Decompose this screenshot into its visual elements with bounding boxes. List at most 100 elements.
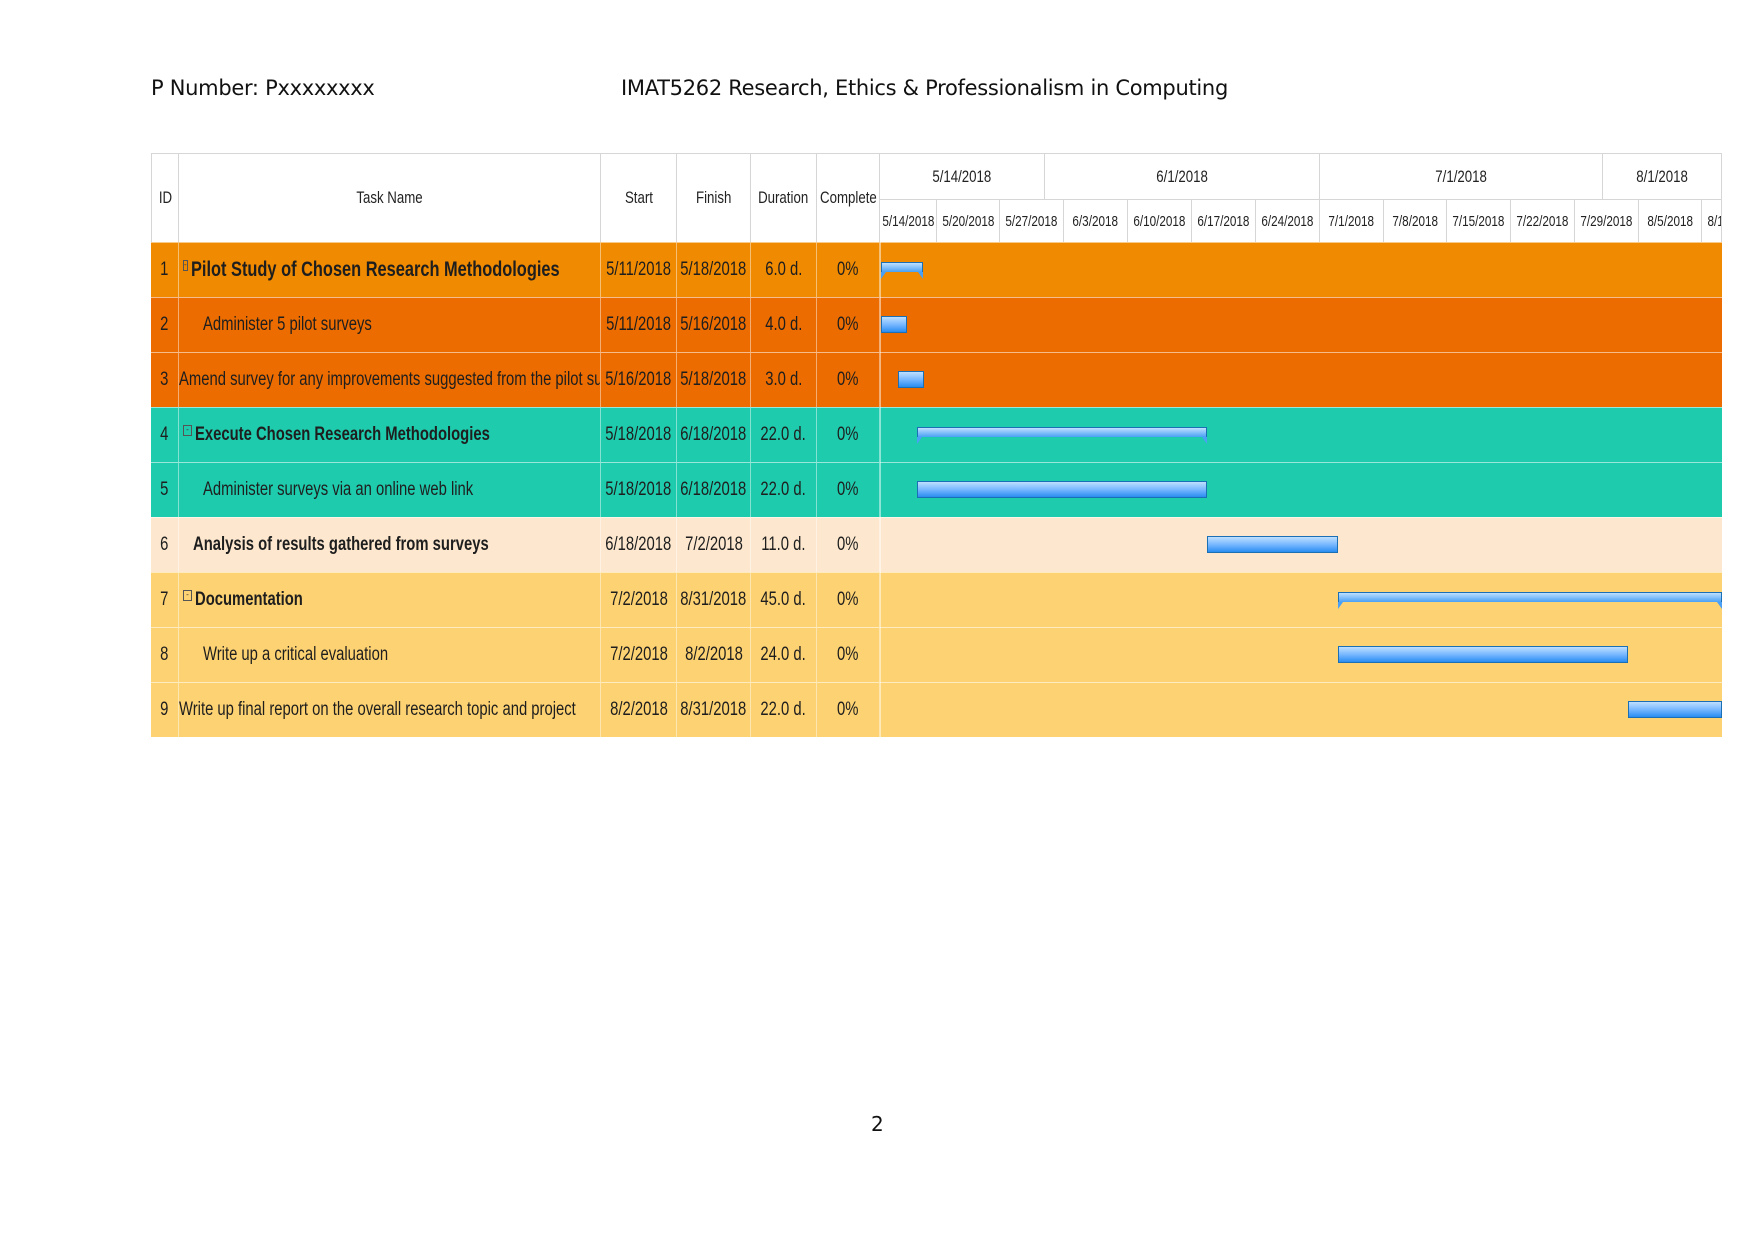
- task-duration-cell: 24.0 d.: [751, 628, 817, 682]
- task-complete-cell: 0%: [817, 243, 880, 297]
- timeline-week-label: 7/8/2018: [1384, 199, 1447, 242]
- task-start-cell: 8/2/2018: [601, 683, 677, 737]
- task-finish-cell: 7/2/2018: [677, 518, 751, 572]
- timeline-week-label: 5/14/2018: [880, 199, 937, 242]
- col-header-complete: Complete: [817, 153, 880, 242]
- col-header-task-name: Task Name: [179, 153, 601, 242]
- task-finish-cell: 5/18/2018: [677, 243, 751, 297]
- task-duration-cell: 3.0 d.: [751, 353, 817, 407]
- timeline-week-label: 5/27/2018: [1000, 199, 1064, 242]
- task-bar[interactable]: [1337, 646, 1628, 663]
- task-duration-cell: 45.0 d.: [751, 573, 817, 627]
- task-duration-cell: 11.0 d.: [751, 518, 817, 572]
- task-name-cell: Amend survey for any improvements sugges…: [179, 353, 601, 407]
- summary-task-bar[interactable]: [1337, 592, 1723, 609]
- task-finish-cell: 5/18/2018: [677, 353, 751, 407]
- col-header-start: Start: [601, 153, 677, 242]
- task-start-cell: 7/2/2018: [601, 573, 677, 627]
- task-row[interactable]: 6 Analysis of results gathered from surve…: [151, 517, 1722, 572]
- task-bar[interactable]: [898, 371, 924, 388]
- task-id-cell: 3: [151, 353, 179, 407]
- task-name-cell: Administer 5 pilot surveys: [179, 298, 601, 352]
- timeline-month-label: 8/1/2018: [1603, 153, 1722, 199]
- timeline-divider: [880, 242, 881, 737]
- task-bar[interactable]: [1206, 536, 1338, 553]
- timeline-month-label: 6/1/2018: [1045, 153, 1320, 199]
- task-name-cell: Write up a critical evaluation: [179, 628, 601, 682]
- timeline-week-label: 8/5/2018: [1639, 199, 1702, 242]
- timeline-week-label: 7/22/2018: [1511, 199, 1575, 242]
- task-duration-cell: 22.0 d.: [751, 463, 817, 517]
- timeline-month-label: 7/1/2018: [1320, 153, 1603, 199]
- task-name-cell: - Pilot Study of Chosen Research Methodol…: [179, 243, 601, 297]
- timeline-week-label: 6/10/2018: [1128, 199, 1192, 242]
- task-id-cell: 5: [151, 463, 179, 517]
- task-id-cell: 1: [151, 243, 179, 297]
- task-id-cell: 7: [151, 573, 179, 627]
- module-title-header: IMAT5262 Research, Ethics & Professional…: [621, 76, 1228, 100]
- timeline-week-label: 8/12/20: [1702, 199, 1722, 242]
- task-row[interactable]: 3 Amend survey for any improvements sugge…: [151, 352, 1722, 407]
- task-finish-cell: 6/18/2018: [677, 463, 751, 517]
- task-start-cell: 5/11/2018: [601, 243, 677, 297]
- task-complete-cell: 0%: [817, 463, 880, 517]
- task-start-cell: 7/2/2018: [601, 628, 677, 682]
- col-header-finish: Finish: [677, 153, 751, 242]
- task-start-cell: 5/18/2018: [601, 408, 677, 462]
- task-row[interactable]: 9 Write up final report on the overall re…: [151, 682, 1722, 737]
- timeline-month-label: 5/14/2018: [880, 153, 1045, 199]
- timeline-week-label: 6/3/2018: [1064, 199, 1128, 242]
- task-id-cell: 8: [151, 628, 179, 682]
- task-finish-cell: 8/31/2018: [677, 683, 751, 737]
- task-finish-cell: 8/2/2018: [677, 628, 751, 682]
- task-row[interactable]: 7- Documentation 7/2/2018 8/31/2018 45.0 d. 0…: [151, 572, 1723, 627]
- p-number-header: P Number: Pxxxxxxxx: [151, 76, 375, 100]
- task-complete-cell: 0%: [817, 683, 880, 737]
- task-row[interactable]: 8 Write up a critical evaluation 7/2/2018 8…: [151, 627, 1722, 682]
- timeline-week-label: 7/29/2018: [1575, 199, 1639, 242]
- task-row[interactable]: 4- Execute Chosen Research Methodologies 5…: [151, 407, 1722, 462]
- timeline-week-label: 7/15/2018: [1447, 199, 1511, 242]
- task-complete-cell: 0%: [817, 408, 880, 462]
- task-row[interactable]: 5 Administer surveys via an online web li…: [151, 462, 1722, 517]
- task-id-cell: 4: [151, 408, 179, 462]
- task-duration-cell: 6.0 d.: [751, 243, 817, 297]
- col-header-id: ID: [151, 153, 179, 242]
- task-finish-cell: 5/16/2018: [677, 298, 751, 352]
- task-id-cell: 2: [151, 298, 179, 352]
- timeline-week-label: 6/17/2018: [1192, 199, 1256, 242]
- collapse-toggle-icon[interactable]: -: [183, 424, 192, 436]
- task-complete-cell: 0%: [817, 628, 880, 682]
- timeline-week-label: 6/24/2018: [1256, 199, 1320, 242]
- summary-task-bar[interactable]: [881, 262, 923, 279]
- task-start-cell: 5/18/2018: [601, 463, 677, 517]
- task-bar[interactable]: [917, 481, 1207, 498]
- page-number: 2: [871, 1112, 884, 1136]
- task-finish-cell: 6/18/2018: [677, 408, 751, 462]
- gantt-chart: ID Task Name Start Finish Duration Compl…: [151, 153, 1723, 744]
- timeline-week-label: 7/1/2018: [1320, 199, 1384, 242]
- task-name-cell: - Execute Chosen Research Methodologies: [179, 408, 601, 462]
- collapse-toggle-icon[interactable]: -: [183, 259, 188, 271]
- task-start-cell: 5/11/2018: [601, 298, 677, 352]
- task-bar[interactable]: [881, 316, 907, 333]
- task-duration-cell: 4.0 d.: [751, 298, 817, 352]
- task-id-cell: 9: [151, 683, 179, 737]
- task-finish-cell: 8/31/2018: [677, 573, 751, 627]
- task-name-cell: Analysis of results gathered from survey…: [179, 518, 601, 572]
- collapse-toggle-icon[interactable]: -: [183, 589, 192, 601]
- task-row[interactable]: 2 Administer 5 pilot surveys 5/11/2018 5/16…: [151, 297, 1722, 352]
- task-row[interactable]: 1- Pilot Study of Chosen Research Methodo…: [151, 242, 1722, 297]
- summary-task-bar[interactable]: [917, 427, 1207, 444]
- task-name-cell: - Documentation: [179, 573, 601, 627]
- task-duration-cell: 22.0 d.: [751, 408, 817, 462]
- task-complete-cell: 0%: [817, 298, 880, 352]
- task-name-cell: Write up final report on the overall res…: [179, 683, 601, 737]
- task-bar[interactable]: [1627, 701, 1722, 718]
- task-id-cell: 6: [151, 518, 179, 572]
- col-header-duration: Duration: [751, 153, 817, 242]
- task-complete-cell: 0%: [817, 353, 880, 407]
- task-complete-cell: 0%: [817, 518, 880, 572]
- task-start-cell: 6/18/2018: [601, 518, 677, 572]
- task-duration-cell: 22.0 d.: [751, 683, 817, 737]
